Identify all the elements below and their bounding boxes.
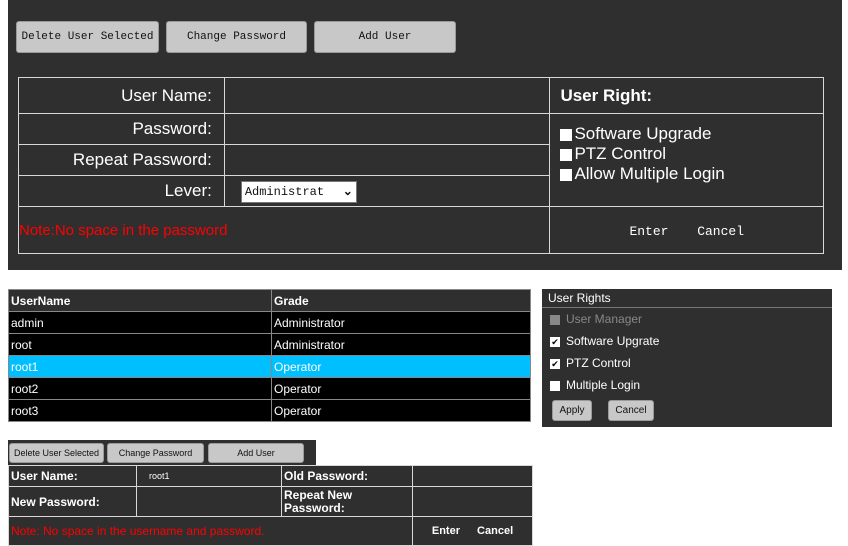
lever-cell: Administrat ⌄ bbox=[223, 175, 551, 207]
ptz-control-label: PTZ Control bbox=[566, 356, 631, 370]
repeat-new-password-label: Repeat New Password: bbox=[281, 486, 413, 517]
allow-multiple-login-label: Allow Multiple Login bbox=[574, 164, 725, 183]
username-cell: root3 bbox=[8, 399, 272, 422]
bottom-enter-cancel-cell: Enter Cancel bbox=[412, 516, 533, 546]
bottom-username-label: User Name: bbox=[8, 465, 137, 487]
table-row[interactable]: root Administrator bbox=[8, 333, 531, 356]
cancel-button[interactable]: Cancel bbox=[697, 224, 744, 239]
table-row-selected[interactable]: root1 Operator bbox=[8, 355, 531, 378]
grade-cell: Operator bbox=[271, 355, 531, 378]
ptz-control-checkbox[interactable] bbox=[560, 148, 573, 161]
user-table: UserName Grade admin Administrator root … bbox=[8, 289, 531, 422]
old-password-label: Old Password: bbox=[281, 465, 413, 487]
username-cell: root1 bbox=[8, 355, 272, 378]
software-upgrade-option[interactable]: Software Upgrade bbox=[560, 124, 823, 144]
bottom-add-user-button[interactable]: Add User bbox=[208, 443, 304, 463]
allow-multiple-login-checkbox[interactable] bbox=[560, 168, 573, 181]
table-row[interactable]: root2 Operator bbox=[8, 377, 531, 400]
ptz-control-option[interactable]: ✔ PTZ Control bbox=[542, 352, 832, 374]
multiple-login-option[interactable]: Multiple Login bbox=[542, 374, 832, 396]
lever-select[interactable]: Administrat ⌄ bbox=[240, 180, 357, 203]
grade-cell: Operator bbox=[271, 399, 531, 422]
software-upgrate-checkbox[interactable]: ✔ bbox=[550, 336, 560, 347]
ptz-control-checkbox[interactable]: ✔ bbox=[550, 358, 560, 369]
bottom-username-value: root1 bbox=[136, 465, 282, 487]
rights-cancel-button[interactable]: Cancel bbox=[608, 400, 654, 421]
grade-cell: Administrator bbox=[271, 333, 531, 356]
allow-multiple-login-option[interactable]: Allow Multiple Login bbox=[560, 164, 823, 184]
multiple-login-label: Multiple Login bbox=[566, 378, 641, 392]
username-password-note: Note: No space in the username and passw… bbox=[8, 516, 413, 546]
grade-column-header: Grade bbox=[271, 289, 531, 312]
lever-select-value: Administrat bbox=[244, 184, 325, 199]
ptz-control-option[interactable]: PTZ Control bbox=[560, 144, 823, 164]
new-password-field[interactable] bbox=[136, 486, 282, 517]
old-password-field[interactable] bbox=[412, 465, 533, 487]
username-cell: admin bbox=[8, 311, 272, 334]
grade-cell: Operator bbox=[271, 377, 531, 400]
multiple-login-checkbox[interactable] bbox=[550, 380, 560, 391]
enter-cancel-cell: Enter Cancel bbox=[549, 206, 824, 254]
username-cell: root2 bbox=[8, 377, 272, 400]
repeat-password-label: Repeat Password: bbox=[18, 144, 225, 176]
change-password-form: User Name: root1 Old Password: New Passw… bbox=[8, 465, 533, 546]
bottom-enter-button[interactable]: Enter bbox=[432, 525, 460, 537]
apply-button[interactable]: Apply bbox=[552, 400, 592, 421]
user-manager-option: User Manager bbox=[542, 308, 832, 330]
username-column-header: UserName bbox=[8, 289, 272, 312]
password-label: Password: bbox=[18, 113, 225, 145]
user-manager-checkbox bbox=[550, 314, 560, 325]
username-label: User Name: bbox=[18, 77, 225, 114]
ptz-control-label: PTZ Control bbox=[574, 144, 667, 163]
top-user-form: User Name: User Right: Password: Softwar… bbox=[17, 77, 824, 254]
add-user-button[interactable]: Add User bbox=[314, 21, 456, 53]
software-upgrate-option[interactable]: ✔ Software Upgrate bbox=[542, 330, 832, 352]
enter-button[interactable]: Enter bbox=[629, 224, 668, 239]
repeat-new-password-field[interactable] bbox=[412, 486, 533, 517]
change-password-button[interactable]: Change Password bbox=[166, 21, 307, 53]
user-rights-title: User Rights bbox=[542, 289, 832, 308]
user-table-header: UserName Grade bbox=[8, 289, 531, 312]
table-row[interactable]: root3 Operator bbox=[8, 399, 531, 422]
bottom-change-password-button[interactable]: Change Password bbox=[107, 443, 204, 463]
user-right-options: Software Upgrade PTZ Control Allow Multi… bbox=[549, 113, 824, 207]
new-password-label: New Password: bbox=[8, 486, 137, 517]
chevron-down-icon: ⌄ bbox=[342, 185, 353, 199]
table-row[interactable]: admin Administrator bbox=[8, 311, 531, 334]
lever-label: Lever: bbox=[18, 175, 225, 207]
bottom-cancel-button[interactable]: Cancel bbox=[477, 525, 513, 537]
software-upgrade-label: Software Upgrade bbox=[574, 124, 712, 143]
user-manager-label: User Manager bbox=[566, 312, 643, 326]
user-right-title: User Right: bbox=[549, 77, 824, 114]
software-upgrade-checkbox[interactable] bbox=[560, 128, 573, 141]
user-rights-panel: User Rights User Manager ✔ Software Upgra… bbox=[542, 289, 832, 427]
username-cell: root bbox=[8, 333, 272, 356]
software-upgrate-label: Software Upgrate bbox=[566, 334, 660, 348]
grade-cell: Administrator bbox=[271, 311, 531, 334]
password-field[interactable] bbox=[223, 113, 551, 145]
bottom-delete-user-selected-button[interactable]: Delete User Selected bbox=[9, 443, 104, 463]
delete-user-selected-button[interactable]: Delete User Selected bbox=[16, 21, 159, 53]
repeat-password-field[interactable] bbox=[223, 144, 551, 176]
password-note: Note:No space in the password bbox=[17, 206, 551, 254]
username-field[interactable] bbox=[223, 77, 551, 114]
